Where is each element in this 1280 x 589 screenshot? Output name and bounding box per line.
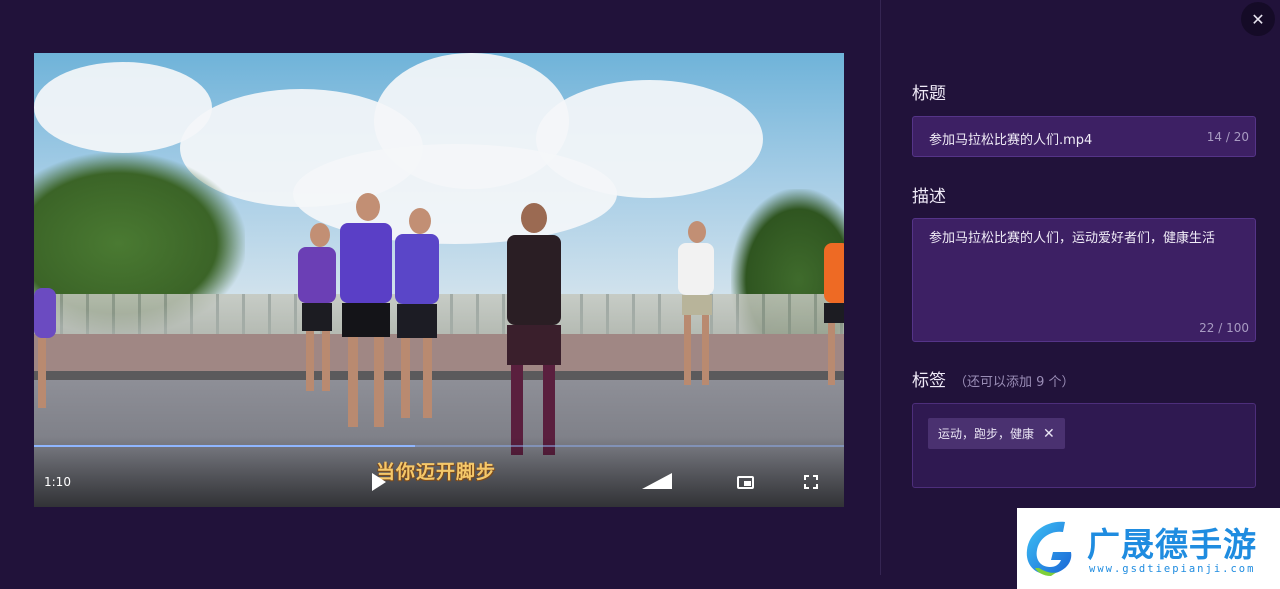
close-icon: ✕ (1251, 9, 1265, 29)
watermark-logo (1026, 521, 1072, 576)
description-field[interactable]: 参加马拉松比赛的人们，运动爱好者们，健康生活 22 / 100 (912, 218, 1256, 342)
tag-remove-icon[interactable]: ✕ (1043, 426, 1055, 442)
tags-field[interactable]: 运动，跑步，健康 ✕ (912, 403, 1256, 488)
fullscreen-icon-corner (813, 484, 818, 489)
fullscreen-icon-corner (804, 484, 809, 489)
time-display: 1:10 (44, 475, 71, 489)
title-value: 参加马拉松比赛的人们.mp4 (929, 133, 1093, 148)
video-subtitle: 当你迈开脚步 (376, 461, 497, 483)
fullscreen-icon-corner (813, 475, 818, 480)
description-char-count: 22 / 100 (1199, 321, 1249, 335)
title-field[interactable]: 参加马拉松比赛的人们.mp4 14 / 20 (912, 116, 1256, 157)
play-button[interactable] (372, 473, 386, 491)
title-label: 标题 (912, 84, 946, 104)
fullscreen-button[interactable] (804, 475, 818, 489)
volume-button[interactable] (642, 473, 672, 489)
tags-label-row: 标签 （还可以添加 9 个） (912, 366, 1075, 391)
panel-divider (880, 0, 881, 575)
progress-bar[interactable] (34, 445, 844, 447)
title-char-count: 14 / 20 (1206, 130, 1249, 144)
description-value: 参加马拉松比赛的人们，运动爱好者们，健康生活 (929, 231, 1216, 246)
video-player[interactable]: 当你迈开脚步 1:10 (34, 53, 844, 507)
watermark: 广晟德手游 www.gsdtiepianji.com (1017, 508, 1280, 589)
description-label: 描述 (912, 187, 946, 207)
picture-in-picture-button[interactable] (737, 476, 754, 489)
tags-hint: （还可以添加 9 个） (954, 375, 1075, 390)
tag-chip: 运动，跑步，健康 ✕ (928, 418, 1065, 449)
close-button[interactable]: ✕ (1241, 2, 1275, 36)
watermark-url: www.gsdtiepianji.com (1089, 563, 1256, 575)
watermark-brand: 广晟德手游 (1087, 525, 1257, 564)
tags-label: 标签 (912, 371, 946, 391)
progress-fill (34, 445, 415, 447)
tag-label: 运动，跑步，健康 (938, 427, 1035, 441)
fullscreen-icon (804, 475, 809, 480)
